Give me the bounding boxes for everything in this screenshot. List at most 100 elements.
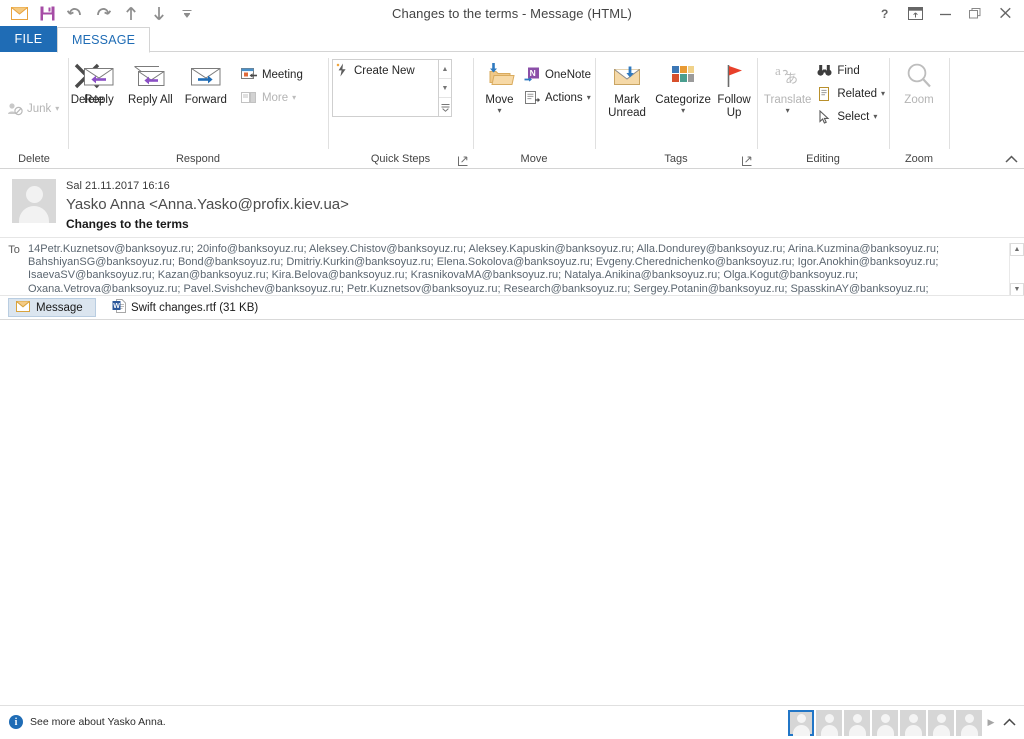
scrollbar-track[interactable]: [1010, 256, 1024, 283]
expand-people-pane-icon[interactable]: [1000, 710, 1018, 736]
junk-button[interactable]: Junk ▾: [2, 98, 63, 121]
quick-step-create-new[interactable]: Create New: [336, 63, 438, 79]
recipients-list[interactable]: 14Petr.Kuznetsov@banksoyuz.ru; 20info@ba…: [28, 243, 1009, 296]
related-icon: [816, 85, 833, 102]
reply-button[interactable]: Reply: [76, 57, 122, 107]
ribbon-filler: [949, 52, 1024, 169]
move-button[interactable]: Move ▾: [479, 57, 520, 115]
junk-label: Junk: [27, 103, 52, 115]
zoom-magnifier-icon: [904, 60, 934, 92]
meeting-button[interactable]: Meeting: [237, 63, 307, 86]
help-button[interactable]: ?: [870, 1, 900, 25]
contact-avatar[interactable]: [788, 709, 814, 736]
see-more-about-sender[interactable]: i See more about Yasko Anna.: [0, 715, 166, 729]
scroll-up-icon[interactable]: ▲: [439, 60, 451, 78]
ribbon: Junk ▾ Delete Delete Reply Reply All For…: [0, 52, 1024, 169]
zoom-button[interactable]: Zoom: [895, 57, 943, 107]
ribbon-group-quick-steps: Create New ▲ ▼ Quick Steps: [328, 52, 473, 169]
close-button[interactable]: [990, 1, 1020, 25]
related-button[interactable]: Related ▾: [812, 82, 889, 105]
outlook-message-window: Changes to the terms - Message (HTML) ? …: [0, 0, 1024, 738]
find-binoculars-icon: [816, 62, 833, 79]
mark-unread-button[interactable]: Mark Unread: [599, 57, 655, 120]
ribbon-group-label-zoom: Zoom: [904, 153, 934, 165]
chevron-down-icon: ▾: [681, 106, 686, 115]
contact-avatar[interactable]: [928, 709, 954, 736]
follow-up-button[interactable]: Follow Up: [711, 57, 757, 120]
recipient-line: BahshiyanSG@banksoyuz.ru; Bond@banksoyuz…: [28, 256, 939, 269]
follow-up-flag-icon: [720, 60, 748, 92]
message-body[interactable]: [0, 319, 1024, 705]
quick-steps-more-icon[interactable]: [439, 97, 451, 116]
scroll-up-icon[interactable]: ▲: [1010, 243, 1024, 256]
ribbon-group-tags: Mark Unread Categorize ▾ Follow Up Tags: [595, 52, 757, 169]
contact-avatar[interactable]: [956, 709, 982, 736]
quick-steps-dialog-launcher[interactable]: [457, 156, 469, 168]
attachment-label: Swift changes.rtf (31 KB): [131, 301, 259, 314]
select-button[interactable]: Select ▾: [812, 105, 889, 128]
message-subject: Changes to the terms: [66, 217, 189, 231]
find-label: Find: [837, 64, 860, 77]
reply-icon: [82, 60, 116, 92]
tab-file[interactable]: FILE: [0, 26, 57, 52]
quick-steps-scrollbar[interactable]: ▲ ▼: [438, 60, 451, 116]
next-contacts-icon[interactable]: ▶: [984, 710, 998, 736]
tab-message[interactable]: MESSAGE: [57, 27, 151, 53]
chevron-down-icon: ▾: [880, 88, 885, 98]
chevron-down-icon: ▾: [785, 106, 790, 115]
recipient-line: 14Petr.Kuznetsov@banksoyuz.ru; 20info@ba…: [28, 243, 940, 255]
mark-unread-icon: [610, 60, 644, 92]
info-icon: i: [9, 715, 23, 729]
select-label: Select: [837, 110, 870, 123]
ribbon-display-options-button[interactable]: [900, 1, 930, 25]
avatar[interactable]: [12, 179, 56, 223]
ribbon-group-move: Move ▾ N OneNote Actions ▾ Move: [473, 52, 595, 169]
recipients-scrollbar[interactable]: ▲ ▼: [1009, 243, 1024, 296]
ribbon-group-label-move: Move: [520, 153, 548, 165]
more-button[interactable]: More ▾: [237, 86, 307, 109]
find-button[interactable]: Find: [812, 59, 889, 82]
mark-unread-label: Mark Unread: [608, 94, 646, 119]
ribbon-group-editing: aあ Translate ▾ Find Related ▾ Select ▾ E…: [757, 52, 889, 169]
message-tab-label: Message: [36, 301, 83, 314]
people-pane: ▶: [788, 706, 1018, 739]
scroll-down-icon[interactable]: ▼: [439, 78, 451, 97]
chevron-down-icon: ▾: [55, 104, 60, 113]
status-info-text: See more about Yasko Anna.: [30, 716, 166, 728]
quick-steps-gallery[interactable]: Create New ▲ ▼: [332, 59, 452, 117]
contact-avatar[interactable]: [816, 709, 842, 736]
lightning-icon: [336, 63, 349, 80]
ribbon-group-delete: Junk ▾ Delete Delete: [0, 52, 104, 169]
actions-button[interactable]: Actions ▾: [520, 86, 595, 109]
onenote-icon: N: [524, 66, 541, 83]
message-sender[interactable]: Yasko Anna <Anna.Yasko@profix.kiev.ua>: [66, 194, 349, 215]
scroll-down-icon[interactable]: ▼: [1010, 282, 1024, 296]
mail-icon: [16, 300, 30, 315]
minimize-button[interactable]: [930, 1, 960, 25]
categorize-button[interactable]: Categorize ▾: [655, 57, 711, 115]
svg-text:W: W: [113, 303, 120, 310]
select-cursor-icon: [816, 108, 833, 125]
translate-button[interactable]: aあ Translate ▾: [763, 57, 812, 115]
contact-avatar[interactable]: [872, 709, 898, 736]
to-label: To: [8, 244, 20, 256]
tags-dialog-launcher[interactable]: [741, 156, 753, 168]
forward-icon: [189, 60, 223, 92]
restore-button[interactable]: [960, 1, 990, 25]
forward-button[interactable]: Forward: [179, 57, 233, 107]
contact-avatar[interactable]: [844, 709, 870, 736]
onenote-button[interactable]: N OneNote: [520, 63, 595, 86]
reply-all-icon: [133, 60, 167, 92]
actions-label: Actions: [544, 91, 583, 104]
collapse-ribbon-button[interactable]: [1005, 155, 1018, 167]
message-tab-button[interactable]: Message: [8, 298, 96, 318]
reply-all-label: Reply All: [128, 94, 173, 106]
reply-all-button[interactable]: Reply All: [122, 57, 179, 107]
chevron-down-icon: ▾: [873, 111, 878, 121]
forward-label: Forward: [184, 94, 227, 106]
ribbon-group-label-editing: Editing: [806, 153, 840, 165]
more-icon: [240, 89, 258, 106]
attachment-item[interactable]: W Swift changes.rtf (31 KB): [104, 298, 266, 317]
contact-avatar[interactable]: [900, 709, 926, 736]
svg-text:N: N: [530, 68, 536, 78]
